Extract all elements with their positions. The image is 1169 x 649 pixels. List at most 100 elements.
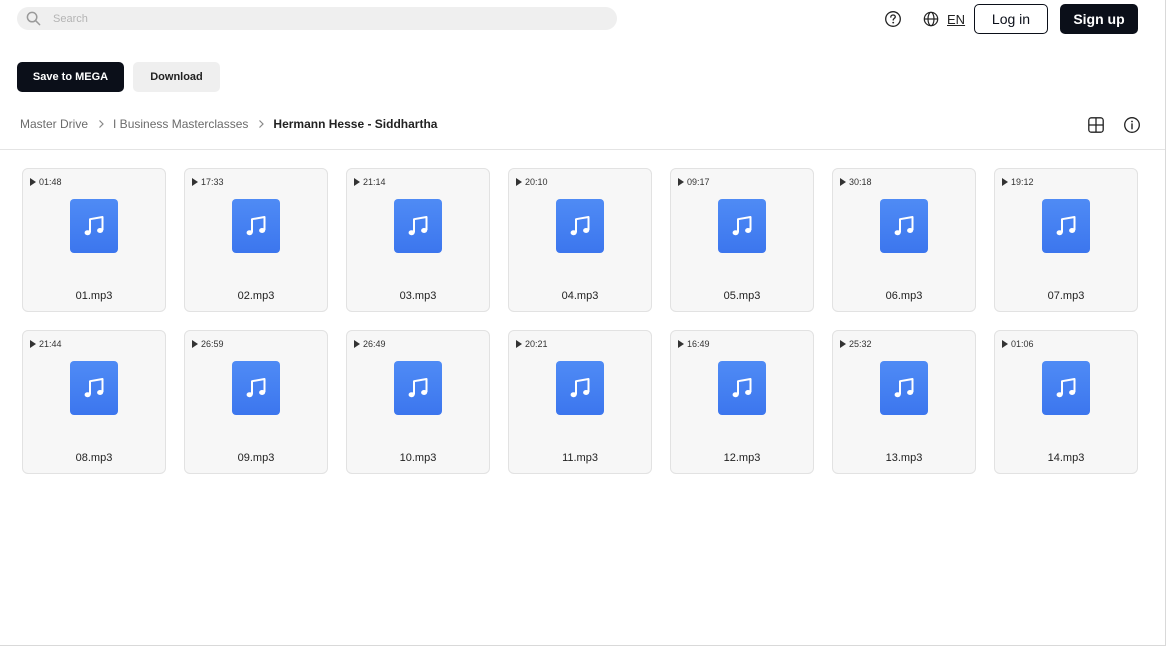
- file-card[interactable]: 20:21 11.mp3: [508, 330, 652, 474]
- file-name: 08.mp3: [75, 452, 113, 464]
- music-note-icon: [70, 199, 118, 253]
- duration-text: 19:12: [1011, 177, 1034, 187]
- duration-badge: 09:17: [678, 177, 710, 187]
- music-note-icon: [70, 361, 118, 415]
- duration-text: 09:17: [687, 177, 710, 187]
- duration-text: 20:21: [525, 339, 548, 349]
- duration-badge: 19:12: [1002, 177, 1034, 187]
- file-card[interactable]: 26:49 10.mp3: [346, 330, 490, 474]
- breadcrumb-current: Hermann Hesse - Siddhartha: [273, 117, 438, 131]
- duration-text: 16:49: [687, 339, 710, 349]
- download-button[interactable]: Download: [133, 62, 220, 92]
- globe-icon: [923, 11, 939, 27]
- play-icon: [1002, 340, 1008, 348]
- play-icon: [516, 178, 522, 186]
- music-note-icon: [718, 361, 766, 415]
- file-name: 02.mp3: [237, 290, 275, 302]
- play-icon: [354, 178, 360, 186]
- file-card[interactable]: 16:49 12.mp3: [670, 330, 814, 474]
- language-label: EN: [947, 11, 966, 27]
- duration-badge: 30:18: [840, 177, 872, 187]
- file-card[interactable]: 26:59 09.mp3: [184, 330, 328, 474]
- file-card[interactable]: 21:14 03.mp3: [346, 168, 490, 312]
- music-note-icon: [718, 199, 766, 253]
- file-card[interactable]: 09:17 05.mp3: [670, 168, 814, 312]
- info-icon[interactable]: [1123, 116, 1141, 134]
- duration-text: 01:06: [1011, 339, 1034, 349]
- chevron-right-icon: [88, 119, 113, 129]
- duration-badge: 25:32: [840, 339, 872, 349]
- duration-text: 20:10: [525, 177, 548, 187]
- header-divider: [0, 149, 1165, 150]
- music-note-icon: [232, 199, 280, 253]
- file-card[interactable]: 30:18 06.mp3: [832, 168, 976, 312]
- duration-badge: 17:33: [192, 177, 224, 187]
- file-name: 04.mp3: [561, 290, 599, 302]
- play-icon: [1002, 178, 1008, 186]
- question-circle-icon[interactable]: [884, 10, 902, 28]
- play-icon: [516, 340, 522, 348]
- duration-text: 30:18: [849, 177, 872, 187]
- play-icon: [30, 340, 36, 348]
- grid-view-icon[interactable]: [1087, 116, 1105, 134]
- file-name: 05.mp3: [723, 290, 761, 302]
- signup-button[interactable]: Sign up: [1060, 4, 1138, 34]
- music-note-icon: [232, 361, 280, 415]
- file-card[interactable]: 01:06 14.mp3: [994, 330, 1138, 474]
- play-icon: [678, 178, 684, 186]
- duration-text: 25:32: [849, 339, 872, 349]
- music-note-icon: [556, 361, 604, 415]
- duration-badge: 01:06: [1002, 339, 1034, 349]
- duration-badge: 21:44: [30, 339, 62, 349]
- file-name: 01.mp3: [75, 290, 113, 302]
- file-card[interactable]: 25:32 13.mp3: [832, 330, 976, 474]
- file-card[interactable]: 19:12 07.mp3: [994, 168, 1138, 312]
- file-card[interactable]: 21:44 08.mp3: [22, 330, 166, 474]
- play-icon: [678, 340, 684, 348]
- duration-text: 26:49: [363, 339, 386, 349]
- breadcrumb-item-business-masterclasses[interactable]: I Business Masterclasses: [113, 117, 248, 131]
- duration-badge: 21:14: [354, 177, 386, 187]
- file-name: 12.mp3: [723, 452, 761, 464]
- language-selector[interactable]: EN: [923, 10, 965, 28]
- duration-text: 21:14: [363, 177, 386, 187]
- file-name: 03.mp3: [399, 290, 437, 302]
- play-icon: [192, 340, 198, 348]
- music-note-icon: [556, 199, 604, 253]
- play-icon: [30, 178, 36, 186]
- search-bar[interactable]: [17, 7, 617, 30]
- file-name: 11.mp3: [562, 452, 598, 464]
- duration-badge: 01:48: [30, 177, 62, 187]
- file-name: 09.mp3: [237, 452, 275, 464]
- play-icon: [192, 178, 198, 186]
- login-button[interactable]: Log in: [974, 4, 1048, 34]
- search-icon: [26, 11, 41, 26]
- duration-text: 01:48: [39, 177, 62, 187]
- breadcrumb-item-master-drive[interactable]: Master Drive: [20, 117, 88, 131]
- save-to-mega-button[interactable]: Save to MEGA: [17, 62, 124, 92]
- duration-badge: 26:59: [192, 339, 224, 349]
- file-grid: 01:48 01.mp3 17:33 02.mp3 21:14 03.mp3 2…: [22, 168, 1138, 474]
- duration-badge: 20:21: [516, 339, 548, 349]
- app-window: EN Log in Sign up Save to MEGA Download …: [0, 0, 1166, 646]
- music-note-icon: [1042, 361, 1090, 415]
- duration-text: 17:33: [201, 177, 224, 187]
- music-note-icon: [394, 199, 442, 253]
- file-card[interactable]: 20:10 04.mp3: [508, 168, 652, 312]
- file-name: 14.mp3: [1047, 452, 1085, 464]
- music-note-icon: [880, 361, 928, 415]
- breadcrumb: Master Drive I Business Masterclasses He…: [20, 116, 437, 132]
- search-input[interactable]: [53, 7, 603, 30]
- file-card[interactable]: 17:33 02.mp3: [184, 168, 328, 312]
- play-icon: [354, 340, 360, 348]
- file-name: 10.mp3: [399, 452, 437, 464]
- duration-badge: 26:49: [354, 339, 386, 349]
- duration-badge: 20:10: [516, 177, 548, 187]
- file-name: 07.mp3: [1047, 290, 1085, 302]
- duration-badge: 16:49: [678, 339, 710, 349]
- music-note-icon: [394, 361, 442, 415]
- duration-text: 26:59: [201, 339, 224, 349]
- play-icon: [840, 340, 846, 348]
- file-name: 06.mp3: [885, 290, 923, 302]
- file-card[interactable]: 01:48 01.mp3: [22, 168, 166, 312]
